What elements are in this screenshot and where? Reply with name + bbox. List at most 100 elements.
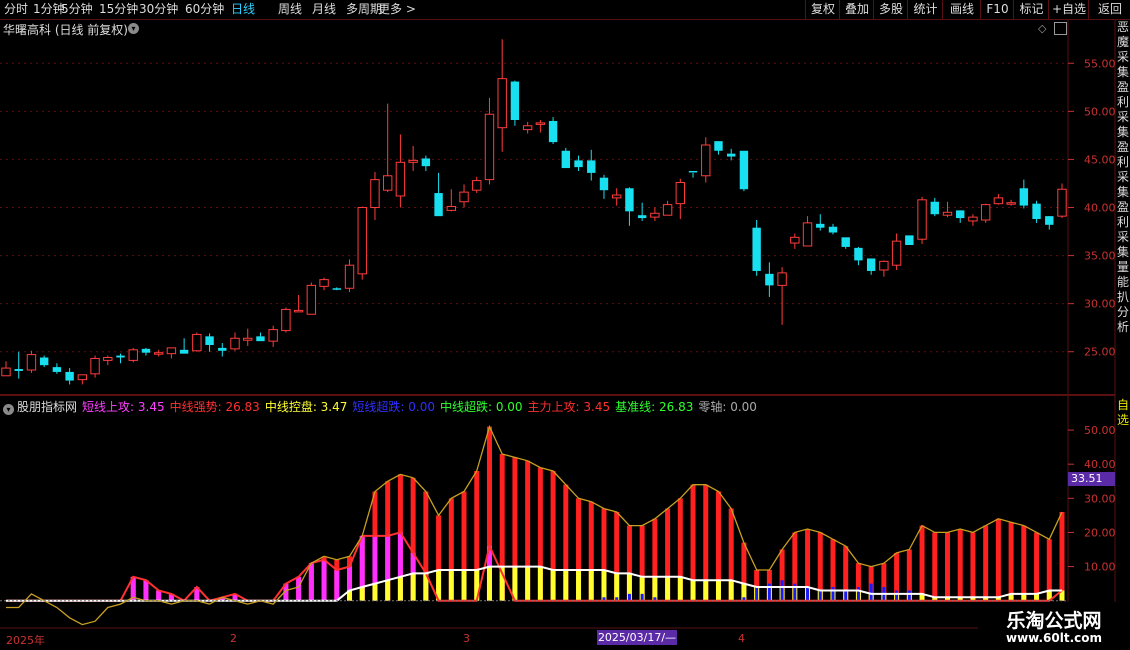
ind-tick-label: 20.00 [1084,526,1116,539]
watermark-title: 乐淘公式网 [1006,610,1102,632]
candle-body [891,240,902,266]
x-label-month-4: 4 [738,632,745,645]
candle-body [408,159,418,163]
candle-body [688,170,698,173]
indicator-value-6: 基准线: 26.83 [615,400,694,414]
candle-body [675,182,686,205]
candle-body [472,180,482,191]
candle-body [116,355,125,358]
candle-body [777,272,787,286]
watermark: 乐淘公式网 www.60lt.com [978,602,1130,650]
candle-body [535,122,546,125]
candle-body [434,193,443,217]
indicator-value-3: 短线超跌: 0.00 [352,400,435,414]
candle-body [993,197,1004,205]
control-line [6,565,1062,602]
candle-body [905,235,914,245]
candle-body [26,354,37,371]
candle-body [39,357,49,366]
indicator-name: 股朋指标网 [17,400,78,414]
candle-body [574,160,583,168]
candle-body [306,284,317,315]
candle-body [256,336,265,342]
candle-body [459,191,469,203]
x-label-month-2: 2 [230,632,237,645]
candle-body [816,223,825,228]
x-label-year: 2025年 [6,634,45,647]
candle-body [625,188,634,212]
candle-body [370,179,380,209]
watermark-url: www.60lt.com [1005,631,1103,645]
crosshair-date-badge: 2025/03/17/— [597,630,677,645]
candle-body [548,120,558,143]
candle-body [332,288,341,290]
chevron-down-icon[interactable]: ▾ [3,404,14,415]
candle-body [243,337,253,341]
price-tick-label: 55.00 [1084,57,1116,70]
candle-body [319,279,329,287]
candle-body [395,161,406,197]
candle-body [293,309,304,313]
candle-body [879,260,889,271]
candle-body [281,308,291,332]
price-tick-label: 35.00 [1084,250,1116,263]
candle-body [268,329,278,342]
candle-body [179,349,189,354]
candle-body [930,201,939,215]
indicator-value-7: 零轴: 0.00 [698,400,757,414]
candle-body [344,264,355,289]
price-tick-label: 45.00 [1084,153,1116,166]
candle-body [77,374,88,381]
candle-body [522,125,533,131]
candle-body [205,336,214,345]
x-label-month-3: 3 [463,632,470,645]
candle-body [866,258,876,271]
ind-tick-label: 50.00 [1084,424,1116,437]
candle-body [52,367,62,372]
candle-body [765,273,774,286]
ind-tick-label: 30.00 [1084,492,1116,505]
candle-body [968,216,978,222]
candle-body [510,81,520,120]
candle-body [141,348,151,353]
indicator-value-0: 短线上攻: 3.45 [82,400,165,414]
candle-body [382,175,393,191]
chart-area[interactable]: 55.00 50.00 45.00 40.00 35.00 30.00 25.00 50.00… [0,0,1130,650]
candle-body [497,78,507,129]
candle-body [701,144,711,177]
candle-body [14,369,23,371]
candle-body [421,158,431,167]
candle-body [153,352,164,355]
price-tick-label: 40.00 [1084,202,1116,215]
price-tick-label: 50.00 [1084,105,1116,118]
candle-body [103,357,113,361]
indicator-value-4: 中线超跌: 0.00 [439,400,523,414]
candle-body [917,199,927,240]
price-tick-label: 25.00 [1084,346,1116,359]
candle-body [599,177,609,191]
ind-tick-label: 40.00 [1084,458,1116,471]
candle-body [587,160,596,173]
candle-body [942,211,953,216]
candle-body [956,210,965,219]
candle-body [230,337,240,350]
candle-body [484,113,495,181]
candle-body [714,141,723,151]
candle-body [90,357,100,375]
candle-body [752,227,761,271]
candle-body [65,371,74,381]
candle-body [1,367,11,377]
candle-body [637,215,647,219]
baseline-line [6,424,1063,626]
candle-body [446,206,456,211]
candle-body [790,236,800,244]
indicator-value-5: 主力上攻: 3.45 [527,400,611,414]
candle-body [1045,216,1054,225]
candle-body [166,347,177,355]
candle-body [980,204,991,221]
candle-body [854,247,863,261]
price-tick-label: 30.00 [1084,298,1116,311]
current-value-label: 33.51 [1068,472,1115,486]
indicator-value-2: 中线控盘: 3.47 [264,400,348,414]
ind-tick-label: 10.00 [1084,561,1116,574]
